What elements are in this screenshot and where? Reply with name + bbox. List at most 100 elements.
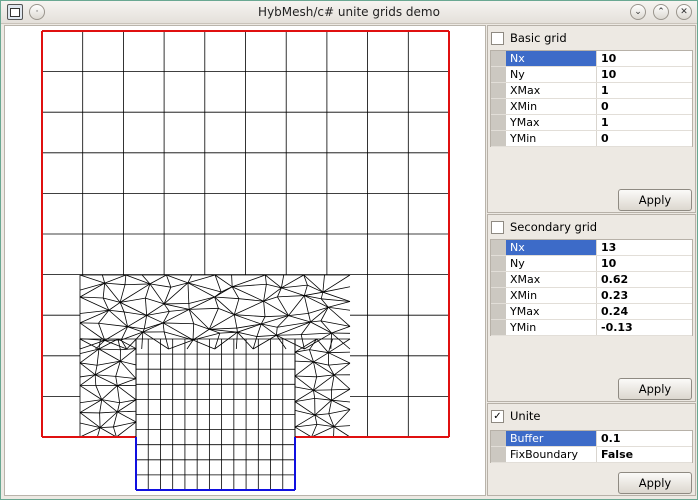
buffer-edge (320, 292, 324, 299)
buffer-edge (237, 331, 254, 350)
property-row[interactable]: XMax 0.62 (491, 272, 692, 288)
secondary-grid-checkbox[interactable] (491, 220, 504, 234)
property-value[interactable]: 10 (597, 51, 692, 66)
row-gutter (491, 320, 506, 335)
property-name: YMax (506, 304, 597, 319)
buffer-edge (143, 315, 148, 329)
property-value[interactable]: False (597, 447, 692, 462)
buffer-edge (276, 334, 302, 336)
buffer-edge (333, 425, 351, 428)
property-row[interactable]: XMin 0.23 (491, 288, 692, 304)
buffer-edge (301, 332, 332, 336)
buffer-edge (116, 385, 120, 403)
buffer-edge (331, 374, 335, 390)
property-value[interactable]: -0.13 (597, 320, 692, 335)
buffer-edge (328, 352, 351, 364)
buffer-edge (333, 374, 351, 390)
buffer-edge (98, 338, 101, 350)
buffer-edge (98, 348, 121, 362)
property-row[interactable]: Ny 10 (491, 256, 692, 272)
property-value[interactable]: 1 (597, 115, 692, 130)
row-gutter (491, 115, 506, 130)
buffer-edge (141, 332, 144, 350)
property-row[interactable]: YMin 0 (491, 131, 692, 147)
buffer-edge (333, 426, 351, 438)
unite-group: ✓ Unite Buffer 0.1 FixBoundary False Apply (487, 403, 696, 496)
minimize-icon[interactable]: ⌄ (630, 4, 646, 20)
basic-grid-apply-button[interactable]: Apply (618, 189, 692, 211)
unite-checkbox[interactable]: ✓ (491, 409, 504, 423)
property-value[interactable]: 0 (597, 99, 692, 114)
buffer-edge (117, 378, 137, 386)
buffer-edge (310, 306, 329, 323)
window-title: HybMesh/c# unite grids demo (258, 5, 440, 19)
property-value[interactable]: 0.24 (597, 304, 692, 319)
basic-grid-checkbox[interactable] (491, 31, 504, 45)
buffer-edge (124, 274, 127, 285)
close-icon[interactable]: ✕ (676, 4, 692, 20)
property-value[interactable]: 0 (597, 131, 692, 146)
row-gutter (491, 256, 506, 271)
buffer-edge (120, 348, 137, 351)
buffer-edge (320, 298, 329, 308)
property-value[interactable]: 1 (597, 83, 692, 98)
buffer-edge (232, 286, 264, 302)
property-name: Ny (506, 67, 597, 82)
row-gutter (491, 83, 506, 98)
secondary-grid-properties[interactable]: Nx 13 Ny 10 XMax 0.62 XMin 0.23 YMax 0.24 YMin -0.1… (490, 239, 693, 336)
buffer-edge (115, 376, 118, 386)
property-value[interactable]: 10 (597, 256, 692, 271)
property-row[interactable]: YMax 0.24 (491, 304, 692, 320)
buffer-edge (263, 301, 266, 317)
basic-grid-properties[interactable]: Nx 10 Ny 10 XMax 1 XMin 0 YMax 1 YMin 0 (490, 50, 693, 147)
buffer-edge (307, 284, 324, 293)
buffer-edge (108, 302, 121, 311)
buffer-edge (116, 385, 137, 401)
property-value[interactable]: 0.23 (597, 288, 692, 303)
buffer-edge (264, 274, 267, 285)
secondary-grid-apply-button[interactable]: Apply (618, 378, 692, 400)
buffer-edge (108, 309, 128, 328)
property-row[interactable]: XMax 1 (491, 83, 692, 99)
property-row[interactable]: Ny 10 (491, 67, 692, 83)
buffer-edge (219, 331, 238, 334)
buffer-edge (100, 426, 114, 428)
buffer-edge (149, 283, 171, 288)
buffer-edge (117, 338, 137, 349)
buffer-edge (115, 375, 137, 379)
row-gutter (491, 431, 506, 446)
property-row[interactable]: Nx 13 (491, 240, 692, 256)
buffer-edge (313, 390, 316, 399)
property-row[interactable]: YMax 1 (491, 115, 692, 131)
buffer-edge (98, 348, 121, 351)
buffer-edge (294, 375, 317, 378)
buffer-edge (187, 282, 215, 298)
buffer-edge (236, 328, 238, 333)
maximize-icon[interactable]: ⌃ (653, 4, 669, 20)
unite-properties[interactable]: Buffer 0.1 FixBoundary False (490, 430, 693, 463)
buffer-edge (263, 296, 278, 302)
property-value[interactable]: 0.62 (597, 272, 692, 287)
property-row[interactable]: FixBoundary False (491, 447, 692, 463)
buffer-edge (328, 362, 351, 366)
buffer-edge (149, 274, 167, 285)
mesh-canvas[interactable] (4, 25, 486, 496)
property-row[interactable]: YMin -0.13 (491, 320, 692, 336)
property-row[interactable]: Buffer 0.1 (491, 431, 692, 447)
property-value[interactable]: 0.1 (597, 431, 692, 446)
buffer-edge (120, 360, 137, 366)
unite-apply-button[interactable]: Apply (618, 472, 692, 494)
buffer-edge (276, 334, 305, 350)
buffer-edge (294, 426, 312, 438)
buffer-edge (331, 388, 351, 391)
property-row[interactable]: XMin 0 (491, 99, 692, 115)
buffer-edge (117, 410, 137, 413)
property-value[interactable]: 13 (597, 240, 692, 255)
buffer-edge (192, 328, 210, 341)
buffer-edge (277, 295, 305, 298)
buffer-edge (277, 321, 311, 328)
buffer-edge (117, 411, 137, 423)
property-row[interactable]: Nx 10 (491, 51, 692, 67)
buffer-edge (214, 274, 233, 288)
property-value[interactable]: 10 (597, 67, 692, 82)
